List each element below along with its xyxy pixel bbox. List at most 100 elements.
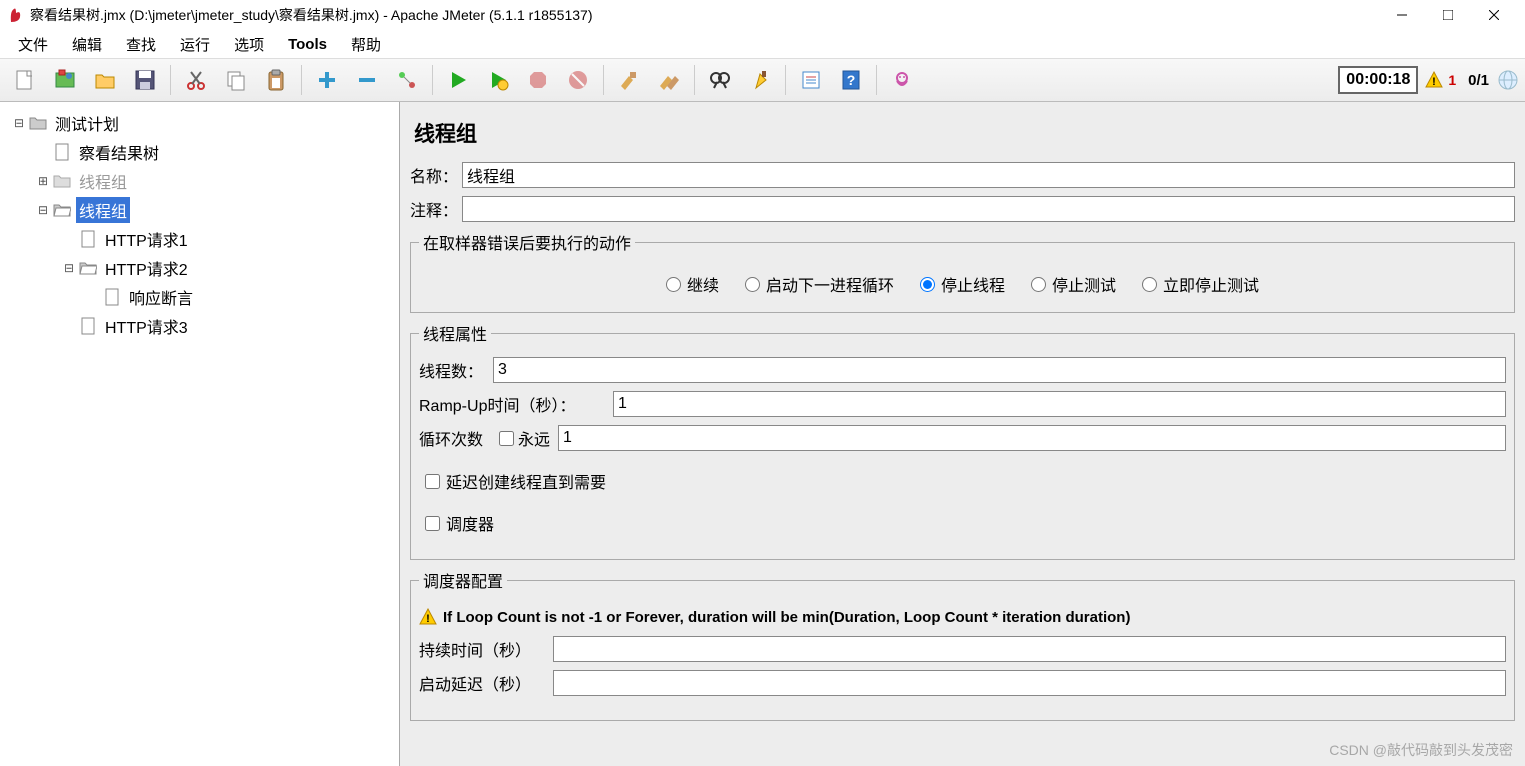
menu-search[interactable]: 查找 (116, 32, 166, 57)
start-button[interactable] (439, 61, 477, 99)
shutdown-button[interactable] (559, 61, 597, 99)
comments-label: 注释： (410, 197, 458, 221)
status-globe-icon (1497, 69, 1519, 91)
tree-label: HTTP请求3 (102, 313, 191, 339)
toolbar: ? 00:00:18 ! 1 0/1 (0, 58, 1525, 102)
menubar: 文件 编辑 查找 运行 选项 Tools 帮助 (0, 30, 1525, 58)
tree-toggle-icon[interactable]: ⊟ (62, 261, 76, 275)
startup-delay-input[interactable] (553, 670, 1506, 696)
rampup-input[interactable] (613, 391, 1506, 417)
start-no-pause-button[interactable] (479, 61, 517, 99)
threads-input[interactable] (493, 357, 1506, 383)
window-title: 察看结果树.jmx (D:\jmeter\jmeter_study\察看结果树.… (30, 5, 1379, 25)
function-helper-button[interactable] (792, 61, 830, 99)
warning-icon: ! (1424, 70, 1444, 90)
open-button[interactable] (86, 61, 124, 99)
radio-stop-thread[interactable]: 停止线程 (920, 272, 1005, 296)
thread-properties-fieldset: 线程属性 线程数： Ramp-Up时间（秒）： 循环次数 永远 延迟创建线程直到… (410, 321, 1515, 560)
tree-node-thread-group-disabled[interactable]: ⊞ 线程组 (0, 166, 399, 195)
tree-node-http-request-2[interactable]: ⊟ HTTP请求2 (0, 253, 399, 282)
warning-count: 1 (1448, 72, 1456, 88)
folder-grey-icon (52, 172, 72, 190)
radio-stop-test-now[interactable]: 立即停止测试 (1142, 272, 1259, 296)
loop-forever-checkbox[interactable]: 永远 (499, 426, 550, 450)
search-button[interactable] (701, 61, 739, 99)
tree-node-test-plan[interactable]: ⊟ 测试计划 (0, 108, 399, 137)
clear-all-button[interactable] (650, 61, 688, 99)
warning-indicator[interactable]: ! 1 (1424, 70, 1456, 90)
tree-label: 测试计划 (52, 110, 122, 136)
warning-icon: ! (419, 608, 437, 626)
folder-open-icon (78, 259, 98, 277)
cut-button[interactable] (177, 61, 215, 99)
menu-file[interactable]: 文件 (8, 32, 58, 57)
menu-tools[interactable]: Tools (278, 34, 337, 55)
tree-label: 察看结果树 (76, 139, 162, 165)
startup-delay-label: 启动延迟（秒） (419, 671, 549, 695)
menu-help[interactable]: 帮助 (341, 32, 391, 57)
duration-label: 持续时间（秒） (419, 637, 549, 661)
tree-toggle-icon[interactable]: ⊟ (12, 116, 26, 130)
scheduler-warning: ! If Loop Count is not -1 or Forever, du… (419, 608, 1506, 626)
scheduler-config-fieldset: 调度器配置 ! If Loop Count is not -1 or Forev… (410, 568, 1515, 721)
new-button[interactable] (6, 61, 44, 99)
panel-title: 线程组 (414, 118, 1515, 148)
tree-node-thread-group[interactable]: ⊟ 线程组 (0, 195, 399, 224)
stop-button[interactable] (519, 61, 557, 99)
scheduler-config-legend: 调度器配置 (419, 568, 507, 592)
radio-continue[interactable]: 继续 (666, 272, 719, 296)
menu-run[interactable]: 运行 (170, 32, 220, 57)
copy-button[interactable] (217, 61, 255, 99)
jmeter-app-icon (8, 7, 24, 23)
titlebar: 察看结果树.jmx (D:\jmeter\jmeter_study\察看结果树.… (0, 0, 1525, 30)
close-button[interactable] (1471, 0, 1517, 30)
watermark: CSDN @敲代码敲到头发茂密 (1329, 740, 1513, 760)
maximize-button[interactable] (1425, 0, 1471, 30)
menu-edit[interactable]: 编辑 (62, 32, 112, 57)
add-button[interactable] (308, 61, 346, 99)
svg-text:!: ! (426, 613, 430, 625)
error-action-fieldset: 在取样器错误后要执行的动作 继续 启动下一进程循环 停止线程 停止测试 立即停止… (410, 230, 1515, 313)
test-plan-tree[interactable]: ⊟ 测试计划 察看结果树 ⊞ 线程组 ⊟ 线程组 HTTP请求1 ⊟ HTTP请 (0, 102, 400, 766)
page-icon (78, 230, 98, 248)
help-button[interactable]: ? (832, 61, 870, 99)
page-icon (52, 143, 72, 161)
delay-thread-creation-checkbox[interactable]: 延迟创建线程直到需要 (425, 469, 1506, 493)
rampup-label: Ramp-Up时间（秒）： (419, 392, 609, 416)
scheduler-checkbox[interactable]: 调度器 (425, 511, 1506, 535)
svg-text:?: ? (847, 72, 856, 88)
tree-node-http-request-3[interactable]: HTTP请求3 (0, 311, 399, 340)
tree-toggle-icon[interactable]: ⊞ (36, 174, 50, 188)
thread-count: 0/1 (1468, 72, 1489, 89)
tree-node-http-request-1[interactable]: HTTP请求1 (0, 224, 399, 253)
templates-button[interactable] (46, 61, 84, 99)
menu-options[interactable]: 选项 (224, 32, 274, 57)
comments-row: 注释： (410, 196, 1515, 222)
thread-group-panel: 线程组 名称： 注释： 在取样器错误后要执行的动作 继续 启动下一进程循环 停止… (400, 102, 1525, 766)
save-button[interactable] (126, 61, 164, 99)
remove-button[interactable] (348, 61, 386, 99)
error-action-legend: 在取样器错误后要执行的动作 (419, 230, 635, 254)
folder-icon (28, 114, 48, 132)
loop-count-label: 循环次数 (419, 426, 495, 450)
radio-stop-test[interactable]: 停止测试 (1031, 272, 1116, 296)
tree-node-response-assertion[interactable]: 响应断言 (0, 282, 399, 311)
elapsed-time: 00:00:18 (1338, 66, 1418, 94)
tree-toggle-icon[interactable]: ⊟ (36, 203, 50, 217)
duration-input[interactable] (553, 636, 1506, 662)
plugin-button[interactable] (883, 61, 921, 99)
tree-label: 响应断言 (126, 284, 196, 310)
tree-node-view-results-tree[interactable]: 察看结果树 (0, 137, 399, 166)
clear-button[interactable] (610, 61, 648, 99)
name-label: 名称： (410, 163, 458, 187)
paste-button[interactable] (257, 61, 295, 99)
comments-input[interactable] (462, 196, 1515, 222)
thread-properties-legend: 线程属性 (419, 321, 491, 345)
page-icon (102, 288, 122, 306)
reset-search-button[interactable] (741, 61, 779, 99)
toggle-button[interactable] (388, 61, 426, 99)
loop-count-input[interactable] (558, 425, 1506, 451)
minimize-button[interactable] (1379, 0, 1425, 30)
radio-start-next-loop[interactable]: 启动下一进程循环 (745, 272, 894, 296)
name-input[interactable] (462, 162, 1515, 188)
